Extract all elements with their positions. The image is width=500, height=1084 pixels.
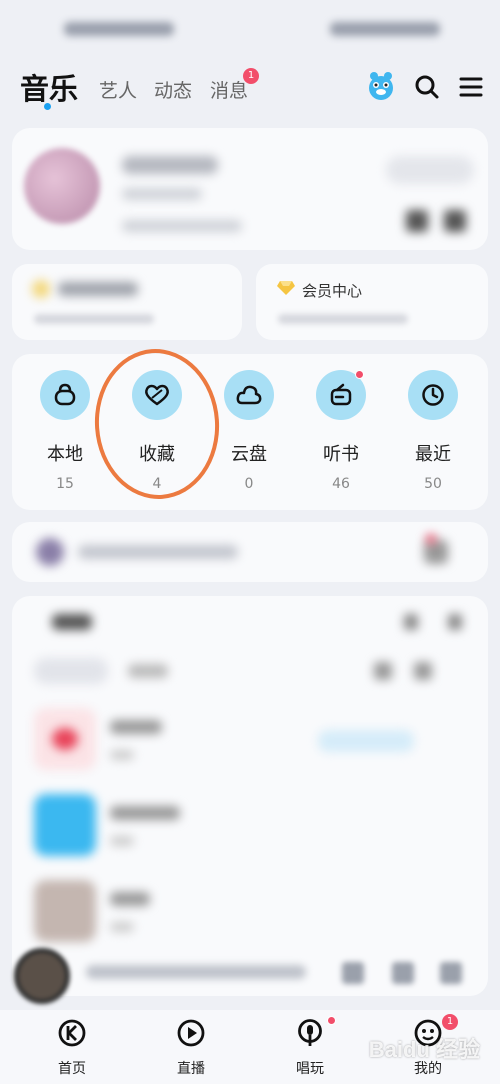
mini-player[interactable] [0,948,500,1004]
status-bar [0,18,500,44]
quick-label: 听书 [323,444,359,465]
player-button[interactable] [440,962,462,984]
quick-access-panel: 本地 15 收藏 4 云盘 0 听书 46 最近 50 [12,354,488,510]
avatar[interactable] [24,148,100,224]
quick-label: 云盘 [231,444,267,465]
quick-count: 15 [56,476,74,492]
diamond-icon [277,281,295,295]
quick-favorites[interactable]: 收藏 4 [117,370,197,492]
top-nav: 音乐 艺人 动态 消息 1 [0,62,500,112]
messages-badge: 1 [243,68,259,84]
quick-audiobooks[interactable]: 听书 46 [301,370,381,492]
nav-label: 首页 [58,1061,86,1077]
clock-icon [422,384,444,406]
player-button[interactable] [342,962,364,984]
now-playing-title [86,965,306,979]
profile-card[interactable] [12,128,488,250]
tab-artists[interactable]: 艺人 [99,76,137,103]
quick-label: 本地 [47,444,83,465]
heart-icon [145,384,169,406]
mine-badge: 1 [442,1014,458,1030]
playlist-section [12,596,488,996]
tab-feed[interactable]: 动态 [154,76,192,103]
play-circle-icon [177,1019,205,1047]
tab-messages[interactable]: 消息 [210,76,248,103]
k-logo-icon [58,1019,86,1047]
quick-label: 最近 [415,444,451,465]
new-dot [355,370,364,379]
player-button[interactable] [392,962,414,984]
quick-recent[interactable]: 最近 50 [393,370,473,492]
quick-count: 4 [152,476,162,492]
nav-mine[interactable]: 1 我的 [388,1014,468,1078]
mascot-icon[interactable] [365,70,397,102]
new-dot [327,1016,336,1025]
quick-label: 收藏 [139,444,175,465]
mic-icon [298,1019,322,1046]
tab-music[interactable]: 音乐 [20,66,78,108]
nav-sing[interactable]: 唱玩 [270,1016,350,1078]
cloud-icon [236,385,262,405]
quick-cloud[interactable]: 云盘 0 [209,370,289,492]
radio-icon [330,383,352,406]
nav-live[interactable]: 直播 [151,1018,231,1078]
quick-local[interactable]: 本地 15 [25,370,105,492]
bottom-nav: 首页 直播 唱玩 1 我的 [0,1010,500,1084]
nav-label: 我的 [414,1061,442,1077]
task-center-card[interactable] [12,264,242,340]
nav-home[interactable]: 首页 [32,1018,112,1078]
vip-center-title: 会员中心 [302,282,363,300]
mascot-icon [414,1019,442,1047]
bag-icon [54,383,76,406]
nav-label: 唱玩 [296,1061,324,1077]
now-playing-cover[interactable] [14,948,70,1004]
vip-center-card[interactable]: 会员中心 [256,264,488,340]
nav-label: 直播 [177,1061,205,1077]
quick-count: 50 [424,476,442,492]
activity-row[interactable] [12,522,488,582]
search-icon[interactable] [414,74,440,100]
quick-count: 0 [244,476,254,492]
menu-icon[interactable] [458,74,484,100]
active-tab-indicator [44,103,51,110]
quick-count: 46 [332,476,350,492]
